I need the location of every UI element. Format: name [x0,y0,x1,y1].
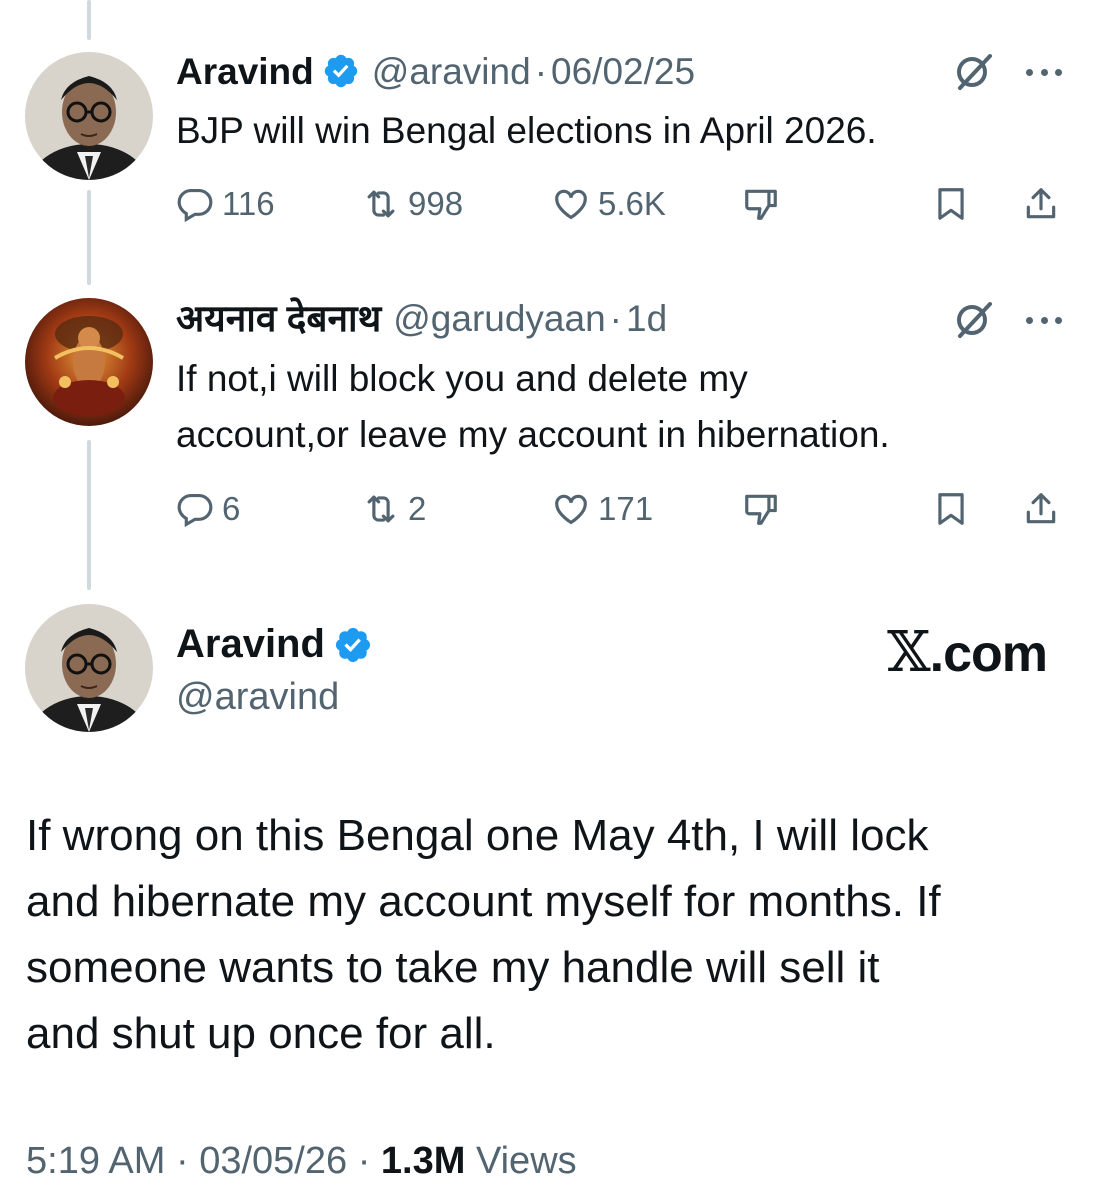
x-com-watermark: 𝕏.com [887,620,1048,685]
like-count: 171 [598,490,654,527]
author-name[interactable]: Aravind [176,53,314,90]
tweet-timestamp[interactable]: 06/02/25 [551,53,695,90]
tweet-text: BJP will win Bengal elections in April 2… [176,110,877,151]
thread-line-2 [87,440,91,590]
author-handle[interactable]: @aravind [372,53,531,90]
share-icon [1026,188,1056,219]
separator: · [357,1140,371,1182]
share-button[interactable] [1022,185,1060,223]
author-handle[interactable]: @aravind [176,676,339,719]
main-text-line-3: someone wants to take my handle will sel… [26,943,880,992]
tweet-text-line-2: account,or leave my account in hibernati… [176,414,890,455]
more-icon[interactable] [1026,314,1062,326]
main-text-line-1: If wrong on this Bengal one May 4th, I w… [26,811,929,860]
author-name[interactable]: Aravind [176,622,325,667]
repost-count: 2 [408,490,427,527]
like-button[interactable]: 5.6K [552,185,666,223]
footer-time[interactable]: 5:19 AM [26,1140,165,1182]
repost-icon [367,190,395,218]
x-logo: 𝕏 [887,620,930,685]
grok-icon[interactable] [952,50,996,94]
avatar[interactable] [25,52,153,180]
author-handle[interactable]: @garudyaan [393,300,605,337]
main-text-line-4: and shut up once for all. [26,1009,496,1058]
reply-count: 116 [222,185,275,222]
separator: · [609,298,622,339]
tweet-header: Aravind @aravind · 06/02/25 [176,52,695,90]
thread-line-top [87,0,91,40]
grok-icon[interactable] [952,298,996,342]
reply-count: 6 [222,490,241,527]
bookmark-icon [938,493,964,525]
verified-badge-icon [322,52,360,90]
like-icon [555,494,587,525]
repost-button[interactable]: 998 [362,185,463,223]
tweet-meta: 5:19 AM · 03/05/26 · 1.3M Views [26,1140,577,1183]
thread-line-1 [87,190,91,285]
like-count: 5.6K [598,185,666,222]
share-button[interactable] [1022,490,1060,528]
like-icon [555,189,587,220]
more-icon[interactable] [1026,66,1062,78]
dislike-icon [745,494,777,525]
bookmark-icon [938,188,964,220]
repost-count: 998 [408,185,464,222]
watermark-domain: .com [929,625,1048,683]
reply-button[interactable]: 6 [176,490,240,528]
separator: · [534,50,548,92]
tweet-header: अयनाव देबनाथ @garudyaan · 1d [176,300,667,337]
repost-button[interactable]: 2 [362,490,426,528]
dislike-icon [745,189,777,220]
bookmark-button[interactable] [932,185,970,223]
separator: · [175,1140,189,1182]
bookmark-button[interactable] [932,490,970,528]
footer-date[interactable]: 03/05/26 [199,1140,347,1182]
like-button[interactable]: 171 [552,490,653,528]
main-tweet-text: If wrong on this Bengal one May 4th, I w… [26,803,1066,1067]
avatar[interactable] [25,604,153,732]
dislike-button[interactable] [742,185,780,223]
views-count: 1.3M [380,1140,466,1182]
share-icon [1026,493,1056,524]
tweet-text-line-1: If not,i will block you and delete my [176,358,748,399]
tweet-timestamp[interactable]: 1d [626,300,667,337]
verified-badge-icon [333,625,373,665]
dislike-button[interactable] [742,490,780,528]
reply-button[interactable]: 116 [176,185,275,223]
main-author: Aravind [176,622,385,667]
author-name[interactable]: अयनाव देबनाथ [176,300,381,337]
repost-icon [367,495,395,523]
views-label: Views [475,1140,577,1182]
main-text-line-2: and hibernate my account myself for mont… [26,877,941,926]
avatar[interactable] [25,298,153,426]
reply-icon [177,188,213,223]
reply-icon [177,493,213,528]
